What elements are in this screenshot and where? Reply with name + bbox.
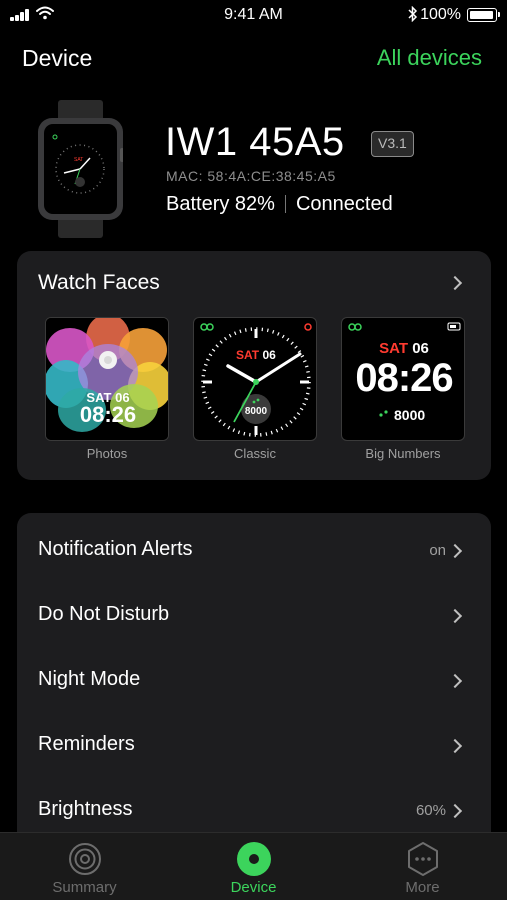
settings-row-brightness[interactable]: Brightness 60% [17, 773, 491, 838]
tab-label: More [405, 879, 440, 896]
device-battery: Battery 82% [166, 193, 275, 215]
summary-icon [69, 843, 101, 875]
row-label: Brightness [38, 798, 133, 820]
chevron-right-icon [447, 543, 463, 559]
watch-image: SAT [38, 100, 123, 238]
face-date: 06 [412, 340, 429, 357]
chevron-right-icon [447, 608, 463, 624]
analog-clock-image [200, 323, 312, 437]
more-icon [408, 842, 438, 876]
svg-text:SAT: SAT [74, 157, 83, 163]
watch-faces-card[interactable]: Watch Faces SAT 06 08:26 Photos SAT 06 8… [17, 251, 491, 480]
settings-row-reminders[interactable]: Reminders [17, 708, 491, 773]
chevron-right-icon [447, 738, 463, 754]
device-icon [237, 842, 271, 876]
tab-summary[interactable]: Summary [0, 833, 169, 900]
chevron-right-icon[interactable] [447, 275, 463, 291]
tab-more[interactable]: More [338, 833, 507, 900]
face-day: SAT [379, 340, 409, 357]
firmware-version-badge: V3.1 [371, 131, 414, 157]
row-label: Do Not Disturb [38, 603, 170, 625]
face-steps: 8000 [394, 407, 426, 423]
tab-label: Device [230, 879, 277, 896]
face-time: 08:26 [79, 402, 137, 427]
settings-row-night-mode[interactable]: Night Mode [17, 643, 491, 708]
tab-bar: Summary Device More [0, 832, 507, 900]
row-value: on [429, 542, 446, 559]
tab-device[interactable]: Device [169, 833, 338, 900]
battery-percent: 100% [420, 6, 461, 23]
settings-row-do-not-disturb[interactable]: Do Not Disturb [17, 578, 491, 643]
watch-face-big-numbers[interactable]: SAT 06 08:26 8000 [341, 317, 465, 441]
row-label: Reminders [38, 733, 135, 755]
bluetooth-icon [408, 5, 418, 26]
device-name: IW1 45A5 [165, 120, 345, 164]
all-devices-link[interactable]: All devices [377, 45, 482, 71]
settings-row-notification-alerts[interactable]: Notification Alerts on [17, 513, 491, 578]
row-label: Night Mode [38, 668, 141, 690]
connection-status: Connected [295, 193, 393, 215]
settings-card: Notification Alerts on Do Not Disturb Ni… [17, 513, 491, 853]
face-label-photos: Photos [86, 446, 128, 461]
watch-faces-title: Watch Faces [38, 271, 160, 294]
status-bar: 9:41 AM 100% [0, 0, 507, 30]
watch-face-classic[interactable]: SAT 06 8000 [193, 317, 317, 441]
face-label-big-numbers: Big Numbers [365, 446, 441, 461]
device-status-line: Battery 82% Connected [166, 193, 393, 216]
mac-address: MAC: 58:4A:CE:38:45:A5 [166, 168, 336, 184]
page-title: Device [22, 45, 93, 71]
face-label-classic: Classic [234, 446, 276, 461]
battery-icon [467, 8, 500, 22]
chevron-right-icon [447, 803, 463, 819]
face-day: SAT [236, 348, 260, 362]
face-steps: 8000 [244, 406, 268, 417]
row-label: Notification Alerts [38, 538, 193, 560]
row-value: 60% [415, 802, 446, 819]
tab-label: Summary [52, 879, 117, 896]
face-date: 06 [262, 348, 276, 362]
watch-face-photos[interactable]: SAT 06 08:26 [45, 317, 169, 441]
face-time: 08:26 [355, 356, 453, 400]
divider [284, 195, 286, 213]
chevron-right-icon [447, 673, 463, 689]
